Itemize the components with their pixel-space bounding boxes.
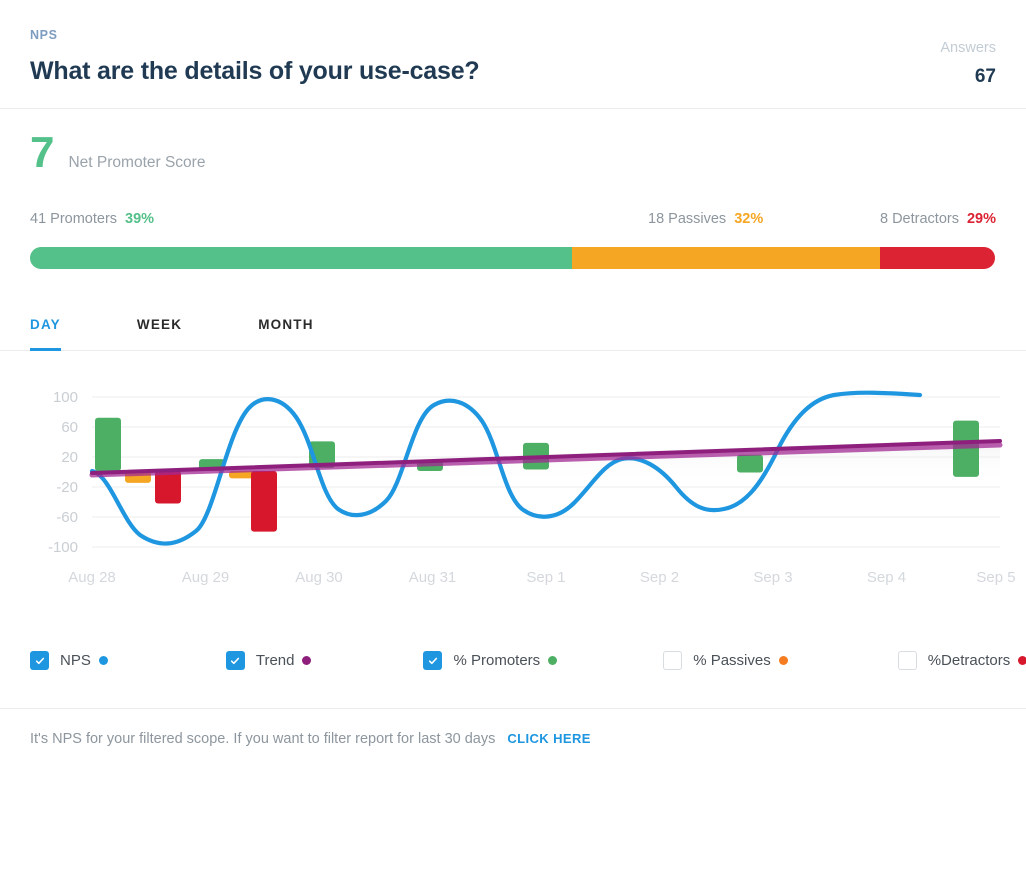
detractors-text: 8 Detractors: [880, 211, 959, 227]
tab-day[interactable]: DAY: [30, 301, 61, 350]
chart-y-axis-labels: 100 60 20 -20 -60 -100: [48, 389, 78, 556]
nps-score-value: 7: [30, 131, 54, 175]
legend-color-dot: [1018, 656, 1026, 665]
checkbox-checked-icon[interactable]: [30, 651, 49, 670]
legend-item-detractors[interactable]: %Detractors: [898, 651, 1026, 670]
answers-count: 67: [940, 66, 996, 88]
score-row: 7 Net Promoter Score: [30, 131, 996, 175]
legend-color-dot: [548, 656, 557, 665]
card-header: NPS What are the details of your use-cas…: [0, 0, 1026, 108]
survey-type-label: NPS: [30, 28, 996, 42]
legend-color-dot: [302, 656, 311, 665]
promoters-text: 41 Promoters: [30, 211, 117, 227]
breakdown-stats: 41 Promoters 39% 18 Passives 32% 8 Detract…: [30, 211, 996, 237]
tabs-divider: [0, 350, 1026, 351]
nps-trend-chart: 1006020-20-60-100 Aug 28Aug 29Aug 30Aug …: [0, 375, 1026, 625]
promoters-pct: 39%: [125, 211, 154, 227]
x-tick-label: Sep 4: [867, 569, 906, 586]
tabs-list: DAY WEEK MONTH: [0, 301, 1026, 350]
legend-color-dot: [779, 656, 788, 665]
click-here-link[interactable]: CLICK HERE: [507, 731, 590, 746]
x-tick-label: Aug 29: [182, 569, 230, 586]
chart-svg: 1006020-20-60-100 Aug 28Aug 29Aug 30Aug …: [0, 375, 1026, 625]
check-icon: [230, 656, 240, 666]
nps-report-card: NPS What are the details of your use-cas…: [0, 0, 1026, 878]
y-tick-label: -60: [56, 509, 78, 526]
page-title: What are the details of your use-case?: [30, 56, 996, 86]
checkbox-checked-icon[interactable]: [226, 651, 245, 670]
y-tick-label: -100: [48, 539, 78, 556]
chart-legend: NPS Trend % Promoters % Passives %Detractors: [0, 651, 1026, 670]
check-icon: [35, 656, 45, 666]
stat-detractors: 8 Detractors 29%: [880, 211, 996, 227]
y-tick-label: 20: [61, 449, 78, 466]
x-tick-label: Sep 3: [753, 569, 792, 586]
bar-segment-detractors: [880, 247, 995, 269]
passives-text: 18 Passives: [648, 211, 726, 227]
tab-week[interactable]: WEEK: [137, 301, 182, 350]
chart-bar: [737, 455, 763, 473]
footer-note: It's NPS for your filtered scope. If you…: [30, 731, 495, 747]
x-tick-label: Sep 1: [526, 569, 565, 586]
bar-segment-passives: [572, 247, 880, 269]
x-tick-label: Aug 28: [68, 569, 116, 586]
checkbox-unchecked-icon[interactable]: [663, 651, 682, 670]
nps-score-label: Net Promoter Score: [68, 154, 205, 172]
passives-pct: 32%: [734, 211, 763, 227]
tab-month[interactable]: MONTH: [258, 301, 314, 350]
y-tick-label: -20: [56, 479, 78, 496]
stat-promoters: 41 Promoters 39%: [30, 211, 154, 227]
answers-label: Answers: [940, 40, 996, 57]
bar-segment-promoters: [30, 247, 572, 269]
legend-item-passives[interactable]: % Passives: [663, 651, 788, 670]
y-tick-label: 60: [61, 419, 78, 436]
legend-item-nps[interactable]: NPS: [30, 651, 108, 670]
nps-distribution-bar: [30, 247, 995, 269]
checkbox-unchecked-icon[interactable]: [898, 651, 917, 670]
x-tick-label: Sep 2: [640, 569, 679, 586]
legend-label: NPS: [60, 652, 91, 669]
y-tick-label: 100: [53, 389, 78, 406]
x-tick-label: Sep 5: [976, 569, 1015, 586]
chart-x-axis-labels: Aug 28 Aug 29 Aug 30 Aug 31 Sep 1 Sep 2 Sep 3 S…: [68, 569, 1015, 586]
legend-color-dot: [99, 656, 108, 665]
score-section: 7 Net Promoter Score 41 Promoters 39% 18 …: [0, 109, 1026, 269]
x-tick-label: Aug 30: [295, 569, 343, 586]
period-tabs: DAY WEEK MONTH: [0, 301, 1026, 351]
chart-bar: [95, 418, 121, 471]
legend-label: %Detractors: [928, 652, 1011, 669]
legend-label: % Passives: [693, 652, 771, 669]
detractors-pct: 29%: [967, 211, 996, 227]
answers-summary: Answers 67: [940, 40, 996, 88]
chart-bar: [155, 471, 181, 504]
card-footer: It's NPS for your filtered scope. If you…: [0, 709, 1026, 769]
legend-item-trend[interactable]: Trend: [226, 651, 312, 670]
legend-item-promoters[interactable]: % Promoters: [423, 651, 557, 670]
x-tick-label: Aug 31: [409, 569, 457, 586]
checkbox-checked-icon[interactable]: [423, 651, 442, 670]
chart-bar: [251, 471, 277, 532]
legend-label: % Promoters: [453, 652, 540, 669]
stat-passives: 18 Passives 32%: [648, 211, 763, 227]
check-icon: [428, 656, 438, 666]
legend-label: Trend: [256, 652, 295, 669]
